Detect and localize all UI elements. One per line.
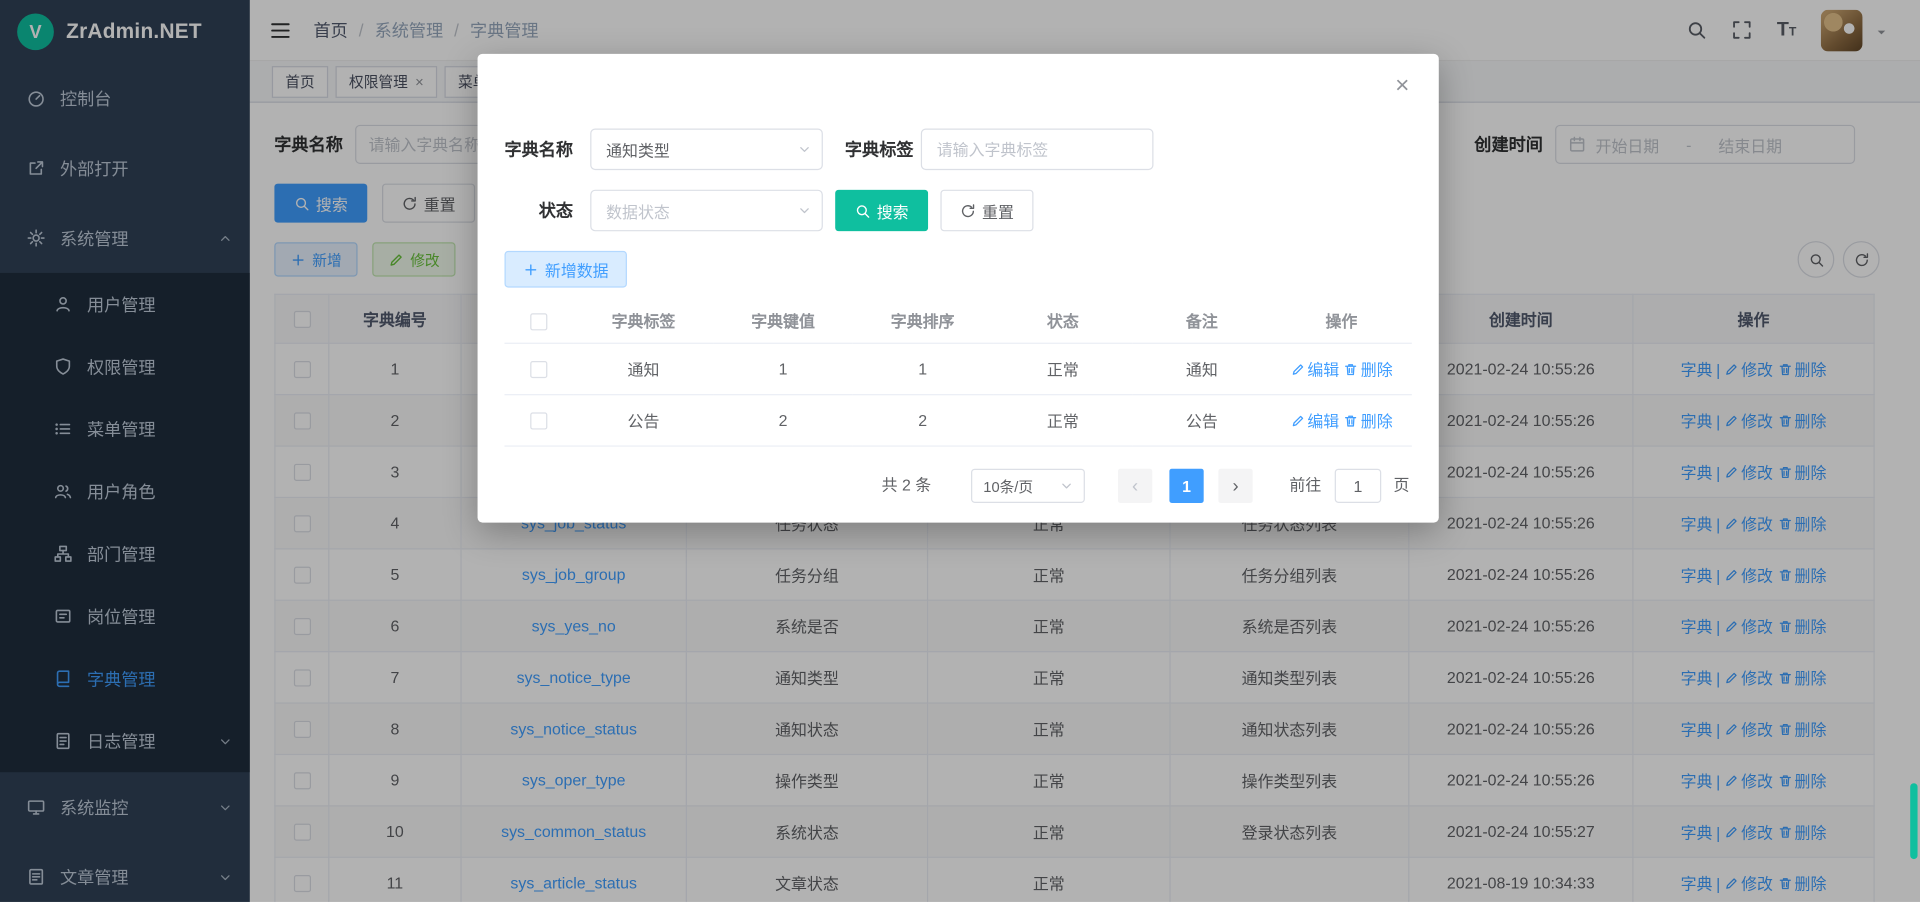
label-cell: 公告 xyxy=(573,394,714,445)
column-header: 字典键值 xyxy=(714,299,852,343)
trash-icon xyxy=(1344,413,1359,428)
row-checkbox[interactable] xyxy=(530,361,547,378)
column-header: 备注 xyxy=(1133,299,1271,343)
dialog-status-select[interactable]: 数据状态 xyxy=(590,190,823,232)
edit-icon xyxy=(1290,413,1305,428)
close-icon[interactable]: × xyxy=(1395,73,1409,97)
dialog-dict-name-select[interactable]: 通知类型 xyxy=(590,128,823,170)
search-icon xyxy=(855,203,871,219)
page-size-value: 10条/页 xyxy=(983,475,1033,496)
ops-cell: 编辑 删除 xyxy=(1271,394,1412,445)
dict-data-dialog: × 字典名称 通知类型 字典标签 状态 数据状态 搜索 重置 新增数据 字典标签… xyxy=(478,54,1439,523)
selected-value: 通知类型 xyxy=(606,138,670,161)
dialog-dict-label-input[interactable] xyxy=(921,128,1154,170)
dialog-reset-button[interactable]: 重置 xyxy=(940,190,1033,232)
row-delete-link[interactable]: 删除 xyxy=(1344,412,1393,430)
scrollbar-thumb[interactable] xyxy=(1910,783,1917,859)
column-header: 字典标签 xyxy=(573,299,714,343)
sort-cell: 1 xyxy=(852,343,993,394)
dialog-search-button[interactable]: 搜索 xyxy=(835,190,928,232)
row-delete-link[interactable]: 删除 xyxy=(1344,360,1393,378)
dialog-dict-name-label: 字典名称 xyxy=(504,128,573,170)
chevron-down-icon xyxy=(797,203,812,218)
dialog-table-row: 通知11正常通知编辑 删除 xyxy=(504,343,1411,394)
page-unit: 页 xyxy=(1393,469,1409,503)
row-edit-link[interactable]: 编辑 xyxy=(1290,412,1339,430)
page-number-button[interactable]: 1 xyxy=(1169,469,1203,503)
goto-page-input[interactable] xyxy=(1335,469,1382,503)
label-cell: 通知 xyxy=(573,343,714,394)
select-placeholder: 数据状态 xyxy=(606,199,670,222)
row-checkbox-cell xyxy=(504,343,573,394)
dialog-add-data-button[interactable]: 新增数据 xyxy=(504,251,626,288)
value-cell: 2 xyxy=(714,394,852,445)
ops-cell: 编辑 删除 xyxy=(1271,343,1412,394)
trash-icon xyxy=(1344,362,1359,377)
status-cell: 正常 xyxy=(993,343,1133,394)
value-cell: 1 xyxy=(714,343,852,394)
row-edit-link[interactable]: 编辑 xyxy=(1290,360,1339,378)
status-cell: 正常 xyxy=(993,394,1133,445)
chevron-down-icon xyxy=(1059,479,1074,494)
goto-label: 前往 xyxy=(1289,469,1321,503)
refresh-icon xyxy=(960,203,976,219)
column-header: 字典排序 xyxy=(852,299,993,343)
pagination: 共 2 条 10条/页 ‹ 1 › 前往 页 xyxy=(478,469,1439,503)
chevron-down-icon xyxy=(797,142,812,157)
row-checkbox-cell xyxy=(504,394,573,445)
select-all-checkbox[interactable] xyxy=(530,313,547,330)
dialog-status-label: 状态 xyxy=(504,190,573,232)
page-size-select[interactable]: 10条/页 xyxy=(971,469,1085,503)
remark-cell: 通知 xyxy=(1133,343,1271,394)
dialog-table-row: 公告22正常公告编辑 删除 xyxy=(504,394,1411,445)
dialog-dict-data-table: 字典标签字典键值字典排序状态备注操作通知11正常通知编辑 删除公告22正常公告编… xyxy=(504,299,1411,446)
pagination-total: 共 2 条 xyxy=(882,469,932,503)
row-checkbox[interactable] xyxy=(530,412,547,429)
sort-cell: 2 xyxy=(852,394,993,445)
plus-icon xyxy=(523,261,539,277)
select-all-header xyxy=(504,299,573,343)
column-header: 操作 xyxy=(1271,299,1412,343)
next-page-button[interactable]: › xyxy=(1218,469,1252,503)
dialog-dict-label-label: 字典标签 xyxy=(845,128,914,170)
remark-cell: 公告 xyxy=(1133,394,1271,445)
edit-icon xyxy=(1290,362,1305,377)
column-header: 状态 xyxy=(993,299,1133,343)
app-window: V ZrAdmin.NET 控制台外部打开系统管理用户管理权限管理菜单管理用户角… xyxy=(0,0,1920,902)
prev-page-button[interactable]: ‹ xyxy=(1118,469,1152,503)
